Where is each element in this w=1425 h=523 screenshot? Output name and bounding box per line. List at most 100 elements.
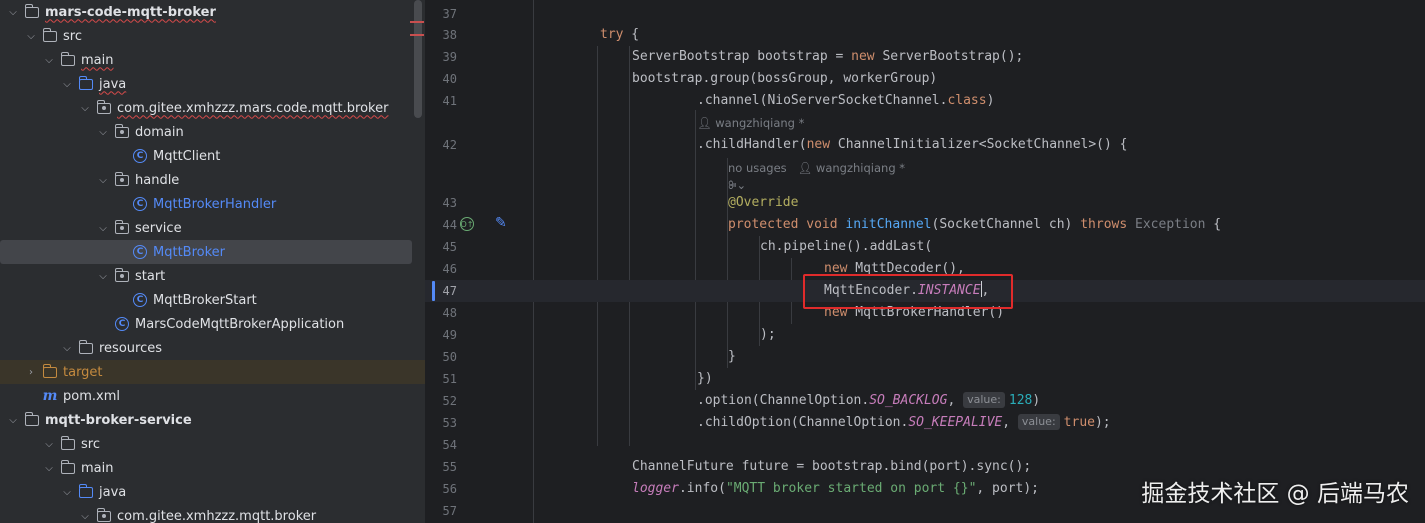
maven-icon: m (42, 388, 58, 404)
tree-item-module-mqtt-broker-service[interactable]: ⌵ mqtt-broker-service (0, 408, 412, 432)
code-line[interactable]: 52 .option(ChannelOption.SO_BACKLOG, val… (425, 390, 1425, 412)
code-usages-hint[interactable]: no usages 👤︎ wangzhiqiang * (728, 157, 905, 179)
line-number: 39 (442, 50, 457, 64)
override-gutter-icon[interactable]: O↑ (460, 217, 474, 231)
folder-icon (60, 51, 76, 68)
line-number: 37 (442, 7, 457, 21)
tree-item-label: MqttBroker (153, 244, 226, 260)
chevron-down-icon[interactable]: ⌵ (6, 5, 20, 19)
tree-item-handle[interactable]: ⌵ handle (0, 168, 412, 192)
code-line[interactable]: 50 } (425, 346, 1425, 368)
line-number: 41 (442, 94, 457, 108)
watermark: 掘金技术社区 @ 后端马农 (1141, 481, 1409, 507)
tree-item-label: handle (135, 172, 180, 188)
tree-item-application[interactable]: C MarsCodeMqttBrokerApplication (0, 312, 412, 336)
tree-item-label: MqttClient (153, 148, 221, 164)
tree-item-mqttbrokerhandler[interactable]: C MqttBrokerHandler (0, 192, 412, 216)
line-number: 44 (442, 218, 457, 232)
code-line[interactable]: 37 (425, 3, 1425, 25)
tree-item-mqttbrokerstart[interactable]: C MqttBrokerStart (0, 288, 412, 312)
project-tree: ⌵ mars-code-mqtt-broker ⌵ src ⌵ main ⌵ j… (0, 0, 425, 523)
chevron-down-icon[interactable]: ⌵ (60, 341, 74, 355)
tree-item-label: MarsCodeMqttBrokerApplication (135, 316, 345, 332)
code-line[interactable]: 53 .childOption(ChannelOption.SO_KEEPALI… (425, 412, 1425, 434)
tree-item-src-2[interactable]: ⌵ src (0, 432, 412, 456)
class-icon: C (132, 196, 148, 212)
line-number: 51 (442, 372, 457, 386)
chevron-down-icon[interactable]: ⌵ (78, 101, 92, 115)
package-icon (114, 267, 130, 284)
tree-item-label: src (81, 436, 100, 452)
tree-item-target[interactable]: › target (0, 360, 425, 384)
code-line[interactable]: 38 try { (425, 24, 1425, 46)
tree-item-pom[interactable]: m pom.xml (0, 384, 412, 408)
code-line[interactable]: 49 ); (425, 324, 1425, 346)
tree-scrollbar[interactable] (414, 0, 422, 118)
chevron-down-icon[interactable]: ⌵ (24, 29, 38, 43)
code-line[interactable]: 45 ch.pipeline().addLast( (425, 236, 1425, 258)
module-folder-icon (24, 3, 40, 20)
package-icon (96, 507, 112, 523)
ai-assistant-gutter-icon[interactable]: ✎ (495, 215, 507, 231)
line-number: 43 (442, 196, 457, 210)
tree-item-label: MqttBrokerHandler (153, 196, 277, 212)
tree-item-package-2[interactable]: ⌵ com.gitee.xmhzzz.mqtt.broker (0, 504, 412, 523)
tree-item-main-2[interactable]: ⌵ main (0, 456, 412, 480)
tree-item-label: pom.xml (63, 388, 120, 404)
folder-icon (60, 435, 76, 452)
chevron-down-icon[interactable]: ⌵ (42, 437, 56, 451)
tree-item-label: start (135, 268, 166, 284)
tree-item-start[interactable]: ⌵ start (0, 264, 412, 288)
code-text: .childOption(ChannelOption.SO_KEEPALIVE,… (697, 414, 1111, 430)
tree-item-resources[interactable]: ⌵ resources (0, 336, 412, 360)
line-number: 46 (442, 262, 457, 276)
tree-item-label: src (63, 28, 82, 44)
tree-item-package-broker[interactable]: ⌵ com.gitee.xmhzzz.mars.code.mqtt.broker (0, 96, 412, 120)
chevron-down-icon[interactable]: ⌵ (42, 461, 56, 475)
tree-item-main[interactable]: ⌵ main (0, 48, 412, 72)
error-stripe-mark[interactable] (410, 34, 424, 36)
chevron-down-icon[interactable]: ⌵ (60, 77, 74, 91)
folder-icon (60, 459, 76, 476)
chevron-down-icon[interactable]: ⌵ (42, 53, 56, 67)
tree-item-domain[interactable]: ⌵ domain (0, 120, 412, 144)
code-line[interactable]: 51 }) (425, 368, 1425, 390)
package-icon (96, 99, 112, 116)
chevron-right-icon[interactable]: › (24, 365, 38, 379)
line-number: 56 (442, 482, 457, 496)
line-number: 40 (442, 72, 457, 86)
tree-item-java[interactable]: ⌵ java (0, 72, 412, 96)
chevron-down-icon[interactable]: ⌵ (78, 509, 92, 523)
code-text: } (728, 349, 736, 364)
chevron-down-icon[interactable]: ⌵ (96, 125, 110, 139)
tree-item-src[interactable]: ⌵ src (0, 24, 412, 48)
tree-item-service[interactable]: ⌵ service (0, 216, 412, 240)
code-line[interactable]: 44 O↑ ✎ protected void initChannel(Socke… (425, 214, 1425, 236)
chevron-down-icon[interactable]: ⌵ (6, 413, 20, 427)
tree-item-label: domain (135, 124, 184, 140)
code-line[interactable]: 41 .channel(NioServerSocketChannel.class… (425, 90, 1425, 112)
code-line[interactable]: 39 ServerBootstrap bootstrap = new Serve… (425, 46, 1425, 68)
code-author-hint[interactable]: 👤︎ wangzhiqiang * (697, 112, 804, 134)
code-line[interactable]: 42 .childHandler(new ChannelInitializer<… (425, 134, 1425, 156)
code-line[interactable]: 43 @Override (425, 192, 1425, 214)
chevron-down-icon[interactable]: ⌵ (60, 485, 74, 499)
code-line[interactable]: 40 bootstrap.group(bossGroup, workerGrou… (425, 68, 1425, 90)
user-icon: 👤︎ (697, 116, 716, 130)
line-number: 57 (442, 504, 457, 518)
chevron-down-icon[interactable]: ⌵ (96, 221, 110, 235)
tree-item-label: mars-code-mqtt-broker (45, 4, 216, 20)
tree-item-module-mars-code-mqtt-broker[interactable]: ⌵ mars-code-mqtt-broker (0, 0, 412, 24)
error-stripe-mark[interactable] (410, 21, 424, 23)
chevron-down-icon[interactable]: ⌵ (96, 269, 110, 283)
code-line[interactable]: 54 (425, 434, 1425, 456)
tree-item-mqttbroker[interactable]: C MqttBroker (0, 240, 412, 264)
code-text: .option(ChannelOption.SO_BACKLOG, value:… (697, 392, 1041, 408)
chevron-down-icon[interactable]: ⌵ (96, 173, 110, 187)
parameter-hint: value: (963, 392, 1005, 408)
tree-item-java-2[interactable]: ⌵ java (0, 480, 412, 504)
vcs-change-marker[interactable] (432, 281, 435, 301)
code-editor[interactable]: 37 38 try { 39 ServerBootstrap bootstrap… (425, 0, 1425, 523)
tree-item-mqttclient[interactable]: C MqttClient (0, 144, 412, 168)
line-number: 48 (442, 306, 457, 320)
